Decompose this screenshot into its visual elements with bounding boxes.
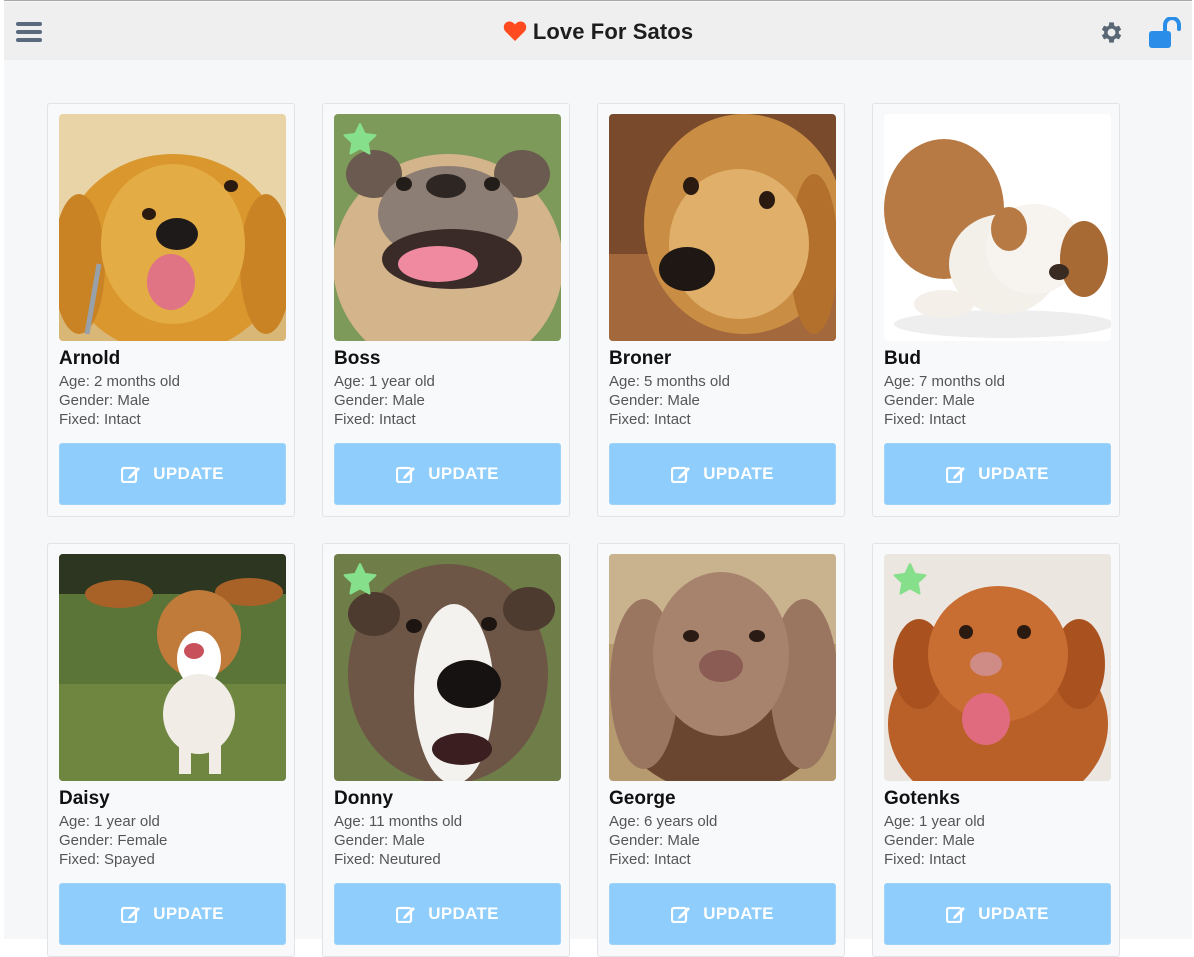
dog-gender: Gender: Female [59, 832, 168, 849]
dog-name: Gotenks [884, 788, 961, 809]
dog-fixed: Fixed: Intact [609, 411, 691, 428]
update-button-label: UPDATE [153, 464, 224, 483]
dog-fixed: Fixed: Spayed [59, 851, 155, 868]
dog-gender: Gender: Male [884, 392, 975, 409]
edit-icon [671, 466, 691, 483]
app-title: Love For Satos [4, 19, 1192, 45]
edit-icon [946, 906, 966, 923]
update-button[interactable]: UPDATE [334, 883, 561, 945]
dog-card: Boss Age: 1 year old Gender: Male Fixed:… [322, 103, 570, 517]
dog-fixed: Fixed: Intact [884, 411, 966, 428]
edit-icon [946, 466, 966, 483]
dog-photo[interactable] [59, 114, 286, 341]
dog-card: Daisy Age: 1 year old Gender: Female Fix… [47, 543, 295, 957]
update-button-label: UPDATE [703, 904, 774, 923]
dog-card: George Age: 6 years old Gender: Male Fix… [597, 543, 845, 957]
dog-age: Age: 1 year old [59, 813, 160, 830]
dog-photo[interactable] [609, 554, 836, 781]
update-button[interactable]: UPDATE [609, 883, 836, 945]
dog-card: Gotenks Age: 1 year old Gender: Male Fix… [872, 543, 1120, 957]
gear-icon[interactable] [1097, 19, 1124, 46]
dog-photo[interactable] [884, 554, 1111, 781]
dog-photo[interactable] [334, 554, 561, 781]
edit-icon [396, 906, 416, 923]
dog-photo[interactable] [334, 114, 561, 341]
update-button-label: UPDATE [428, 464, 499, 483]
edit-icon [121, 906, 141, 923]
dog-age: Age: 11 months old [334, 813, 463, 830]
favorite-star-icon [343, 563, 377, 595]
dog-fixed: Fixed: Neutured [334, 851, 441, 868]
update-button[interactable]: UPDATE [334, 443, 561, 505]
dog-card: Bud Age: 7 months old Gender: Male Fixed… [872, 103, 1120, 517]
dog-age: Age: 6 years old [609, 813, 718, 830]
heart-icon [503, 21, 527, 41]
app-title-text: Love For Satos [532, 19, 694, 44]
favorite-star-icon [893, 563, 927, 595]
dog-photo[interactable] [609, 114, 836, 341]
dog-card: Donny Age: 11 months old Gender: Male Fi… [322, 543, 570, 957]
top-bar: Love For Satos [4, 2, 1192, 60]
dog-fixed: Fixed: Intact [884, 851, 966, 868]
unlock-icon[interactable] [1147, 17, 1181, 49]
dog-gender: Gender: Male [884, 832, 975, 849]
dog-fixed: Fixed: Intact [334, 411, 416, 428]
favorite-star-icon [343, 123, 377, 155]
update-button-label: UPDATE [703, 464, 774, 483]
dog-age: Age: 5 months old [609, 373, 730, 390]
dog-fixed: Fixed: Intact [609, 851, 691, 868]
dog-name: Arnold [59, 348, 121, 369]
dog-gender: Gender: Male [334, 392, 425, 409]
update-button-label: UPDATE [428, 904, 499, 923]
dog-name: Bud [884, 348, 921, 369]
update-button[interactable]: UPDATE [59, 443, 286, 505]
dog-photo[interactable] [884, 114, 1111, 341]
update-button[interactable]: UPDATE [884, 443, 1111, 505]
update-button-label: UPDATE [978, 464, 1049, 483]
dog-age: Age: 2 months old [59, 373, 180, 390]
update-button[interactable]: UPDATE [59, 883, 286, 945]
dog-fixed: Fixed: Intact [59, 411, 141, 428]
update-button-label: UPDATE [978, 904, 1049, 923]
dog-name: Broner [609, 348, 672, 369]
app-frame: Love For Satos Arnold Age: 2 months old … [4, 0, 1192, 957]
update-button-label: UPDATE [153, 904, 224, 923]
dog-gender: Gender: Male [59, 392, 150, 409]
dog-gender: Gender: Male [609, 832, 700, 849]
edit-icon [396, 466, 416, 483]
dog-name: George [609, 788, 676, 809]
dog-card: Broner Age: 5 months old Gender: Male Fi… [597, 103, 845, 517]
dog-photo[interactable] [59, 554, 286, 781]
dog-age: Age: 7 months old [884, 373, 1005, 390]
dog-gender: Gender: Male [609, 392, 700, 409]
dog-name: Daisy [59, 788, 110, 809]
dog-age: Age: 1 year old [884, 813, 985, 830]
edit-icon [121, 466, 141, 483]
dog-age: Age: 1 year old [334, 373, 435, 390]
update-button[interactable]: UPDATE [609, 443, 836, 505]
dog-card: Arnold Age: 2 months old Gender: Male Fi… [47, 103, 295, 517]
edit-icon [671, 906, 691, 923]
update-button[interactable]: UPDATE [884, 883, 1111, 945]
dog-name: Boss [334, 348, 381, 369]
dog-name: Donny [334, 788, 394, 809]
dog-gender: Gender: Male [334, 832, 425, 849]
